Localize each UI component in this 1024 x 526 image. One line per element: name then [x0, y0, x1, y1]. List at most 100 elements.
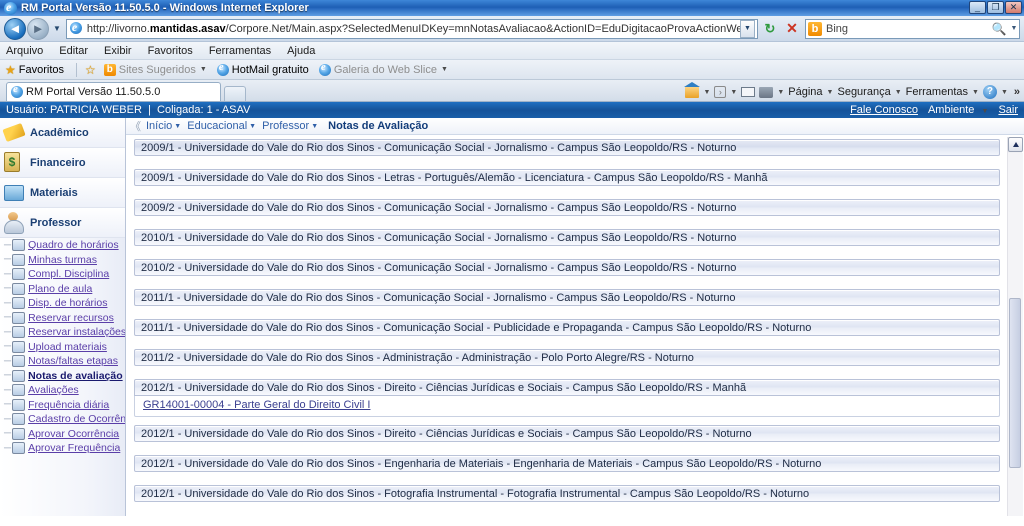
sidebar-item-label[interactable]: Reservar recursos [28, 312, 114, 324]
sidebar-item-label[interactable]: Reservar instalações [28, 326, 125, 338]
sidebar-item-label[interactable]: Quadro de horários [28, 239, 118, 251]
overflow-chevron-icon[interactable]: » [1014, 86, 1020, 98]
stop-icon[interactable]: ✕ [782, 19, 802, 39]
list-item[interactable]: 2012/1 - Universidade do Vale do Rio dos… [134, 425, 1000, 442]
vertical-scrollbar[interactable] [1007, 137, 1023, 516]
sidebar-item-label[interactable]: Minhas turmas [28, 254, 97, 266]
add-favorite-star-icon[interactable]: ☆ [85, 64, 96, 76]
list-item[interactable]: 2012/1 - Universidade do Vale do Rio dos… [134, 455, 1000, 472]
sidebar-item-plano-de-aula[interactable]: ─ Plano de aula [0, 282, 125, 297]
search-provider-dropdown-icon[interactable]: ▼ [1009, 25, 1019, 32]
menu-exibir[interactable]: Exibir [104, 45, 132, 57]
refresh-icon[interactable]: ↻ [760, 19, 780, 39]
scrollbar-thumb[interactable] [1009, 298, 1021, 468]
list-item[interactable]: 2011/1 - Universidade do Vale do Rio dos… [134, 289, 1000, 306]
sidebar-item-aprovar-frequencia[interactable]: ─ Aprovar Frequência [0, 441, 125, 456]
chevron-down-icon[interactable]: ▼ [1001, 89, 1008, 96]
favorites-button[interactable]: ★ Favoritos [5, 64, 64, 76]
list-item[interactable]: 2009/2 - Universidade do Vale do Rio dos… [134, 199, 1000, 216]
sidebar-item-upload-materiais[interactable]: ─ Upload materiais [0, 340, 125, 355]
search-input[interactable]: Bing [826, 23, 989, 35]
favbar-item-sites-sugeridos[interactable]: b Sites Sugeridos ▼ [103, 63, 207, 76]
minimize-button[interactable]: _ [969, 1, 986, 14]
sidebar-item-notas-faltas-etapas[interactable]: ─ Notas/faltas etapas [0, 354, 125, 369]
chevron-down-icon[interactable]: ▼ [174, 123, 181, 130]
menu-editar[interactable]: Editar [59, 45, 88, 57]
list-item[interactable]: 2012/1 - Universidade do Vale do Rio dos… [134, 485, 1000, 502]
back-button[interactable]: ◄ [4, 17, 26, 40]
sidebar-item-label[interactable]: Aprovar Frequência [28, 442, 120, 454]
sidebar-item-disp-de-horarios[interactable]: ─ Disp. de horários [0, 296, 125, 311]
sidebar-item-label[interactable]: Notas/faltas etapas [28, 355, 118, 367]
chevron-down-icon[interactable]: ▼ [311, 123, 318, 130]
menu-arquivo[interactable]: Arquivo [6, 45, 43, 57]
sidebar-item-label[interactable]: Frequência diária [28, 399, 109, 411]
list-item[interactable]: 2012/1 - Universidade do Vale do Rio dos… [134, 379, 1000, 396]
restore-button[interactable]: ❐ [987, 1, 1004, 14]
collapse-sidebar-button[interactable]: 《 [130, 118, 141, 134]
list-item[interactable]: 2010/1 - Universidade do Vale do Rio dos… [134, 229, 1000, 246]
sidebar-item-label[interactable]: Compl. Disciplina [28, 268, 109, 280]
tab-rm-portal[interactable]: RM Portal Versão 11.50.5.0 [6, 82, 221, 101]
feeds-button[interactable]: › ▼ [714, 86, 737, 98]
sidebar-item-cadastro-de-ocorrencia[interactable]: ─ Cadastro de Ocorrência [0, 412, 125, 427]
list-item[interactable]: 2009/1 - Universidade do Vale do Rio dos… [134, 139, 1000, 156]
sidebar-item-reservar-instalacoes[interactable]: ─ Reservar instalações [0, 325, 125, 340]
close-button[interactable]: ✕ [1005, 1, 1022, 14]
sidebar-item-reservar-recursos[interactable]: ─ Reservar recursos [0, 311, 125, 326]
chevron-down-icon[interactable]: ▼ [777, 89, 784, 96]
sidebar-item-label[interactable]: Upload materiais [28, 341, 107, 353]
sidebar-item-aprovar-ocorrencia[interactable]: ─ Aprovar Ocorrência [0, 427, 125, 442]
breadcrumb-item-professor[interactable]: Professor [262, 120, 309, 132]
breadcrumb-item-inicio[interactable]: Início [146, 120, 172, 132]
list-item[interactable]: 2011/2 - Universidade do Vale do Rio dos… [134, 349, 1000, 366]
chevron-down-icon[interactable]: ▼ [249, 123, 256, 130]
scrollbar-track[interactable] [1008, 153, 1023, 516]
sidebar-item-label[interactable]: Notas de avaliação [28, 370, 123, 382]
chevron-down-icon[interactable]: ▼ [730, 89, 737, 96]
chevron-down-icon[interactable]: ▼ [703, 89, 710, 96]
history-dropdown-icon[interactable]: ▼ [51, 24, 63, 33]
address-bar[interactable]: http://livorno.mantidas.asav/Corpore.Net… [65, 18, 758, 39]
sidebar-item-label[interactable]: Avaliações [28, 384, 79, 396]
sidebar-group-financeiro[interactable]: $ Financeiro [0, 148, 125, 178]
help-button[interactable]: ? ▼ [982, 85, 1008, 99]
favbar-item-hotmail[interactable]: HotMail gratuito [216, 61, 309, 76]
sidebar-item-quadro-de-horarios[interactable]: ─ Quadro de horários [0, 238, 125, 253]
address-dropdown-icon[interactable]: ▼ [740, 19, 755, 38]
fale-conosco-link[interactable]: Fale Conosco [850, 104, 918, 116]
sidebar-item-frequencia-diaria[interactable]: ─ Frequência diária [0, 398, 125, 413]
sidebar-item-avaliacoes[interactable]: ─ Avaliações [0, 383, 125, 398]
home-button[interactable]: ▼ [684, 82, 710, 98]
cmd-pagina[interactable]: Página ▼ [788, 86, 833, 98]
breadcrumb-item-educacional[interactable]: Educacional [187, 120, 247, 132]
sidebar-group-materiais[interactable]: Materiais [0, 178, 125, 208]
menu-ferramentas[interactable]: Ferramentas [209, 45, 271, 57]
favbar-item-web-slice[interactable]: Galeria do Web Slice ▼ [318, 61, 448, 76]
sidebar-item-label[interactable]: Aprovar Ocorrência [28, 428, 119, 440]
sidebar-item-minhas-turmas[interactable]: ─ Minhas turmas [0, 253, 125, 268]
ambiente-menu[interactable]: Ambiente ▼ [928, 104, 988, 116]
sidebar-item-notas-de-avaliacao[interactable]: ─ Notas de avaliação [0, 369, 125, 384]
cmd-seguranca[interactable]: Segurança ▼ [837, 86, 901, 98]
search-box[interactable]: b Bing 🔍 ▼ [805, 18, 1020, 39]
sidebar-item-compl-disciplina[interactable]: ─ Compl. Disciplina [0, 267, 125, 282]
sidebar-group-academico[interactable]: Acadêmico [0, 118, 125, 148]
sidebar-item-label[interactable]: Plano de aula [28, 283, 92, 295]
disciplina-link[interactable]: GR14001-00004 - Parte Geral do Direito C… [143, 399, 370, 411]
scroll-up-button[interactable] [1008, 137, 1023, 152]
read-mail-button[interactable] [741, 87, 756, 97]
list-item[interactable]: 2009/1 - Universidade do Vale do Rio dos… [134, 169, 1000, 186]
cmd-ferramentas[interactable]: Ferramentas ▼ [906, 86, 979, 98]
search-icon[interactable]: 🔍 [989, 22, 1009, 36]
forward-button[interactable]: ► [27, 17, 49, 40]
sidebar-item-label[interactable]: Cadastro de Ocorrência [28, 413, 125, 425]
sidebar-group-professor[interactable]: Professor [0, 208, 125, 238]
print-button[interactable]: ▼ [759, 86, 784, 98]
list-item[interactable]: 2011/1 - Universidade do Vale do Rio dos… [134, 319, 1000, 336]
sair-link[interactable]: Sair [998, 104, 1018, 116]
sidebar-item-label[interactable]: Disp. de horários [28, 297, 107, 309]
menu-favoritos[interactable]: Favoritos [148, 45, 193, 57]
new-tab-button[interactable] [224, 86, 246, 101]
list-item[interactable]: 2010/2 - Universidade do Vale do Rio dos… [134, 259, 1000, 276]
